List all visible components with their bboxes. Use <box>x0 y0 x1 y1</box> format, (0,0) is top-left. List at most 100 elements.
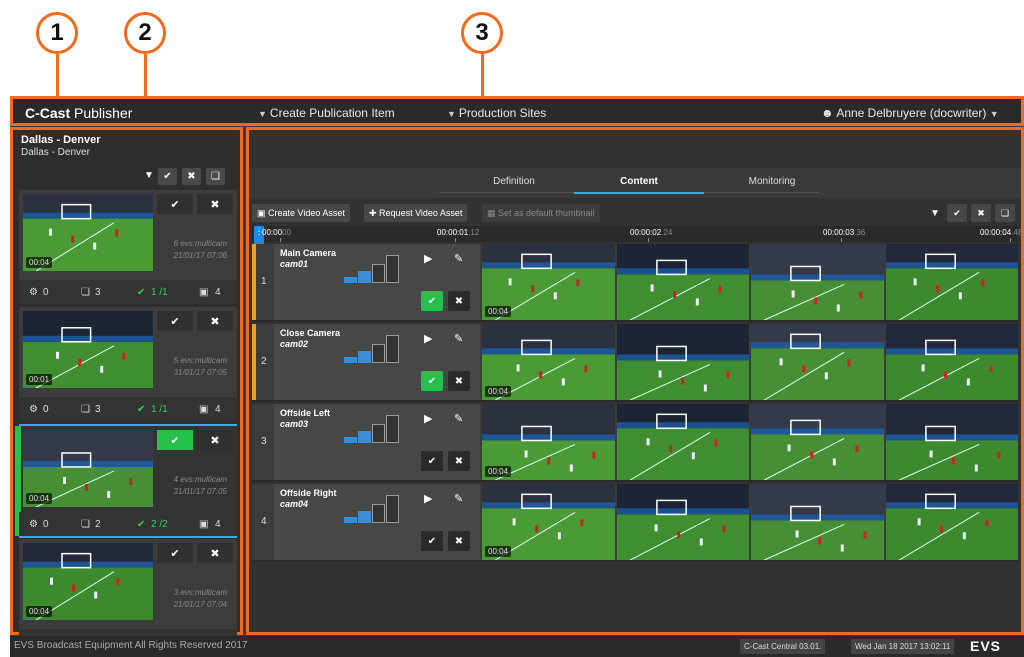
stat-assets: 3 <box>95 403 101 415</box>
play-icon[interactable]: ▶ <box>424 332 432 345</box>
validate-button[interactable]: ✔ <box>421 371 443 391</box>
production-sites-menu[interactable]: ▼ Production Sites <box>447 106 546 120</box>
tab-monitoring[interactable]: Monitoring <box>707 176 837 187</box>
validate-all-button[interactable]: ✔ <box>158 168 177 185</box>
publication-item-card[interactable]: 00:04 ✔ ✖ 6 evs:multicam 21/01/17 07:06 … <box>19 190 237 304</box>
publication-item-details-panel: Definition Content Monitoring ▣ Create V… <box>246 127 1024 635</box>
tab-content[interactable]: Content <box>574 176 704 194</box>
tab-definition[interactable]: Definition <box>449 176 579 187</box>
validate-button[interactable]: ✔ <box>157 543 193 563</box>
video-frame[interactable] <box>616 324 749 400</box>
item-thumbnail[interactable]: 00:04 <box>23 543 153 620</box>
chevron-down-icon: ▼ <box>258 109 267 119</box>
save-icon: ▣ <box>199 403 209 415</box>
duration-label: 00:04 <box>485 466 512 477</box>
video-frame[interactable]: 00:04 <box>482 324 615 400</box>
filter-icon[interactable]: ▼ <box>144 170 154 181</box>
video-frame[interactable] <box>885 244 1018 320</box>
camera-info: Offside Left cam03 ▶ ✎ ✔ ✖ <box>274 404 480 480</box>
validate-button[interactable]: ✔ <box>157 311 193 331</box>
video-frame[interactable]: 00:04 <box>482 484 615 560</box>
reject-button[interactable]: ✖ <box>197 194 233 214</box>
reject-all-button[interactable]: ✖ <box>971 204 991 222</box>
video-frame[interactable] <box>616 484 749 560</box>
copy-icon: ❏ <box>81 518 90 530</box>
item-stats: ⚙ 0 ❏ 3 ✔ 1 /1 ▣ 4 <box>19 397 237 421</box>
reject-all-button[interactable]: ✖ <box>182 168 201 185</box>
video-frame[interactable] <box>751 244 884 320</box>
duration-label: 00:04 <box>485 546 512 557</box>
stat-settings: 0 <box>43 403 49 415</box>
duration-label: 00:04 <box>26 493 53 504</box>
validate-button[interactable]: ✔ <box>157 430 193 450</box>
camera-count: 6 evs:multicam <box>173 239 227 248</box>
reject-button[interactable]: ✖ <box>448 451 470 471</box>
item-thumbnail[interactable]: 00:04 <box>23 194 153 271</box>
camera-row[interactable]: 3 Offside Left cam03 ▶ ✎ ✔ ✖ 00:04 <box>252 404 1018 482</box>
stat-saved: 4 <box>215 403 221 415</box>
camera-info: Main Camera cam01 ▶ ✎ ✔ ✖ <box>274 244 480 320</box>
timeline-tick <box>280 238 281 242</box>
item-thumbnail[interactable]: 00:04 <box>23 430 153 507</box>
reject-button[interactable]: ✖ <box>197 311 233 331</box>
item-date: 21/01/17 07:04 <box>173 600 227 609</box>
camera-count: 5 evs:multicam <box>173 356 227 365</box>
video-frame[interactable] <box>616 404 749 480</box>
video-frame[interactable] <box>885 484 1018 560</box>
reject-button[interactable]: ✖ <box>448 371 470 391</box>
publication-items-panel: Dallas - Denver Dallas - Denver ▼ ✔ ✖ ❏ … <box>10 127 243 653</box>
play-icon[interactable]: ▶ <box>424 252 432 265</box>
item-thumbnail[interactable]: 00:01 <box>23 311 153 388</box>
content-toolbar: ▣ Create Video Asset ✚ Request Video Ass… <box>252 204 1018 224</box>
video-frame[interactable]: 00:04 <box>482 244 615 320</box>
validate-button[interactable]: ✔ <box>157 194 193 214</box>
user-icon: ☻ <box>821 106 834 120</box>
publication-item-card[interactable]: 00:04 ✔ ✖ 4 evs:multicam 31/01/17 07:05 … <box>15 424 237 538</box>
reject-button[interactable]: ✖ <box>448 291 470 311</box>
validate-button[interactable]: ✔ <box>421 291 443 311</box>
play-icon[interactable]: ▶ <box>424 412 432 425</box>
video-frame[interactable]: 00:04 <box>482 404 615 480</box>
user-menu[interactable]: ☻ Anne Delbruyere (docwriter) ▼ <box>821 106 1002 120</box>
edit-icon[interactable]: ✎ <box>454 252 463 265</box>
camera-row[interactable]: 1 Main Camera cam01 ▶ ✎ ✔ ✖ 00:04 <box>252 244 1018 322</box>
check-icon: ✔ <box>137 403 146 415</box>
stat-saved: 4 <box>215 286 221 298</box>
video-frame[interactable] <box>751 484 884 560</box>
edit-icon[interactable]: ✎ <box>454 492 463 505</box>
duration-label: 00:01 <box>26 374 53 385</box>
reject-button[interactable]: ✖ <box>197 543 233 563</box>
camera-row[interactable]: 4 Offside Right cam04 ▶ ✎ ✔ ✖ 00:04 <box>252 484 1018 562</box>
timeline-ruler[interactable]: ⋮ 00:0000 00:00:01.12 00:00:02.24 00:00:03.… <box>252 226 1022 244</box>
validate-button[interactable]: ✔ <box>421 531 443 551</box>
set-default-thumbnail-button[interactable]: ▦ Set as default thumbnail <box>482 204 600 222</box>
video-frame[interactable] <box>751 404 884 480</box>
publication-item-card[interactable]: 00:01 ✔ ✖ 5 evs:multicam 31/01/17 07:05 … <box>19 307 237 421</box>
video-frames-strip: 00:04 <box>482 404 1018 480</box>
camera-id: cam02 <box>280 339 309 349</box>
validate-button[interactable]: ✔ <box>421 451 443 471</box>
edit-icon[interactable]: ✎ <box>454 332 463 345</box>
camera-row[interactable]: 2 Close Camera cam02 ▶ ✎ ✔ ✖ 00:04 <box>252 324 1018 402</box>
filter-icon[interactable]: ▼ <box>930 208 940 219</box>
validate-all-button[interactable]: ✔ <box>947 204 967 222</box>
video-frame[interactable] <box>751 324 884 400</box>
copy-button[interactable]: ❏ <box>206 168 225 185</box>
request-video-asset-button[interactable]: ✚ Request Video Asset <box>364 204 468 222</box>
play-icon[interactable]: ▶ <box>424 492 432 505</box>
create-video-asset-button[interactable]: ▣ Create Video Asset <box>252 204 350 222</box>
copy-button[interactable]: ❏ <box>995 204 1015 222</box>
screenshot-root: 1 2 3 C-Cast Publisher ▼ Create Publicati… <box>0 0 1024 657</box>
stat-saved: 4 <box>215 518 221 530</box>
callout-1-line <box>56 54 59 96</box>
camera-info: Close Camera cam02 ▶ ✎ ✔ ✖ <box>274 324 480 400</box>
camera-count: 4 evs:multicam <box>173 475 227 484</box>
video-frame[interactable] <box>616 244 749 320</box>
video-frame[interactable] <box>885 404 1018 480</box>
timecode-label: 00:00:04.48 <box>980 228 1023 237</box>
video-frame[interactable] <box>885 324 1018 400</box>
reject-button[interactable]: ✖ <box>448 531 470 551</box>
create-publication-menu[interactable]: ▼ Create Publication Item <box>258 106 395 120</box>
reject-button[interactable]: ✖ <box>197 430 233 450</box>
edit-icon[interactable]: ✎ <box>454 412 463 425</box>
